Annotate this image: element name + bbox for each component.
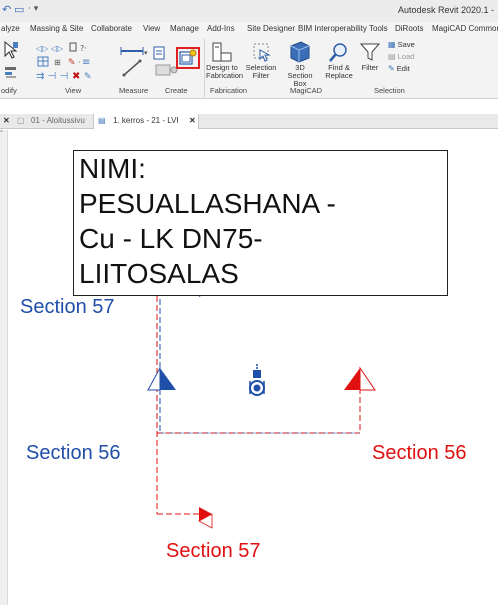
section-56-right-label[interactable]: Section 56 bbox=[372, 442, 467, 465]
section-56-left-marker bbox=[147, 367, 176, 391]
fixture-symbol bbox=[249, 364, 265, 396]
pipe-tag-box[interactable]: NIMI: PESUALLASHANA - Cu - LK DN75- LIIT… bbox=[73, 150, 448, 296]
section-56-left-label[interactable]: Section 56 bbox=[26, 442, 121, 465]
section-56-right-marker bbox=[344, 366, 376, 391]
pipe-tag-text: NIMI: PESUALLASHANA - Cu - LK DN75- LIIT… bbox=[79, 153, 336, 289]
section-57-bottom-label[interactable]: Section 57 bbox=[166, 540, 261, 563]
section-57-top-label[interactable]: Section 57 bbox=[20, 296, 115, 319]
section-57-bottom-marker bbox=[198, 507, 213, 529]
